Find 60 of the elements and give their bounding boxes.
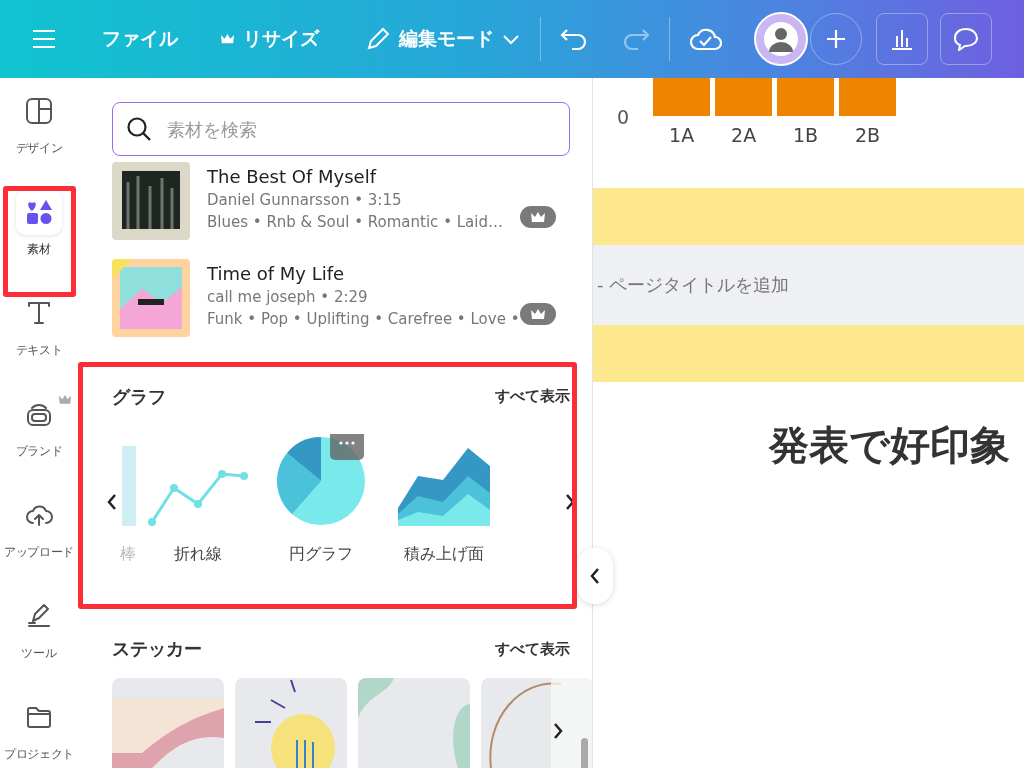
- track-tags: Funk • Pop • Uplifting • Carefree • Love •: [207, 310, 520, 329]
- sidebar-tab[interactable]: テキスト: [0, 280, 78, 381]
- comment-button[interactable]: [940, 13, 992, 65]
- chart-type-item[interactable]: 積み上げ面: [382, 434, 505, 565]
- track-title[interactable]: Time of My Life: [207, 263, 520, 285]
- section-title: グラフ: [112, 384, 166, 409]
- speech-bubble-icon: [953, 27, 979, 51]
- search-icon: [126, 116, 152, 142]
- track-artist: Daniel Gunnarsson • 3:15: [207, 191, 403, 209]
- track-tags: Blues • Rnb & Soul • Romantic • Laid…: [207, 213, 503, 231]
- page-title-field[interactable]: - ページタイトルを追加: [597, 273, 790, 297]
- sidebar-tab[interactable]: ツール: [0, 583, 78, 684]
- axis-label: 2A: [730, 124, 758, 146]
- collapse-panel-button[interactable]: [577, 548, 613, 604]
- shapes-icon: [25, 198, 53, 226]
- search-field[interactable]: 素材を検索: [112, 102, 570, 156]
- user-avatar[interactable]: [754, 12, 808, 66]
- pencil-icon: [365, 26, 391, 52]
- see-all-link[interactable]: すべて表示: [495, 639, 570, 659]
- chart-bar: [777, 78, 835, 116]
- chart-bar: [715, 78, 773, 116]
- text-icon: [25, 299, 53, 327]
- crown-icon: [530, 211, 546, 223]
- dots-icon: [338, 441, 355, 445]
- track-title[interactable]: The Best Of Myself: [207, 166, 503, 187]
- chart-bar: [839, 78, 897, 116]
- chart-bar: [653, 78, 711, 116]
- chevron-left-icon: [106, 492, 118, 511]
- crown-icon: [530, 308, 546, 321]
- pen-icon: [25, 602, 53, 630]
- chevron-down-icon: [502, 33, 520, 45]
- menu-icon: [32, 29, 56, 49]
- chevron-right-icon: [552, 722, 564, 740]
- plus-icon: [826, 29, 846, 49]
- axis-label: 2B: [854, 124, 882, 146]
- slide-heading: 発表で好印象: [769, 421, 1011, 470]
- axis-label: 1A: [668, 124, 696, 146]
- layout-icon: [25, 97, 53, 125]
- see-all-link[interactable]: すべて表示: [495, 387, 570, 407]
- bar-chart-icon: [890, 28, 914, 50]
- crown-icon: [58, 393, 72, 404]
- axis-label: 1B: [792, 124, 820, 146]
- chevron-left-icon: [589, 567, 601, 585]
- sidebar-tab[interactable]: 素材: [0, 179, 78, 280]
- cloud-check-icon: [688, 26, 722, 52]
- chart-type-item[interactable]: 円グラフ: [259, 434, 382, 565]
- insights-button[interactable]: [876, 13, 928, 65]
- crown-icon: [220, 33, 235, 45]
- more-button[interactable]: [329, 434, 364, 460]
- undo-icon: [559, 27, 589, 51]
- scrollbar-thumb[interactable]: [581, 738, 588, 768]
- track-artist: call me joseph • 2:29: [207, 288, 369, 307]
- chart-type-item[interactable]: 折れ線: [136, 434, 259, 565]
- axis-tick: 0: [617, 106, 630, 128]
- sidebar-tab[interactable]: プロジェクト: [0, 684, 78, 768]
- redo-icon: [621, 27, 651, 51]
- sidebar-tab[interactable]: ブランド: [0, 381, 78, 482]
- sidebar-tab[interactable]: デザイン: [0, 78, 78, 179]
- sidebar-tab[interactable]: アップロード: [0, 482, 78, 583]
- section-title: ステッカー: [112, 637, 202, 661]
